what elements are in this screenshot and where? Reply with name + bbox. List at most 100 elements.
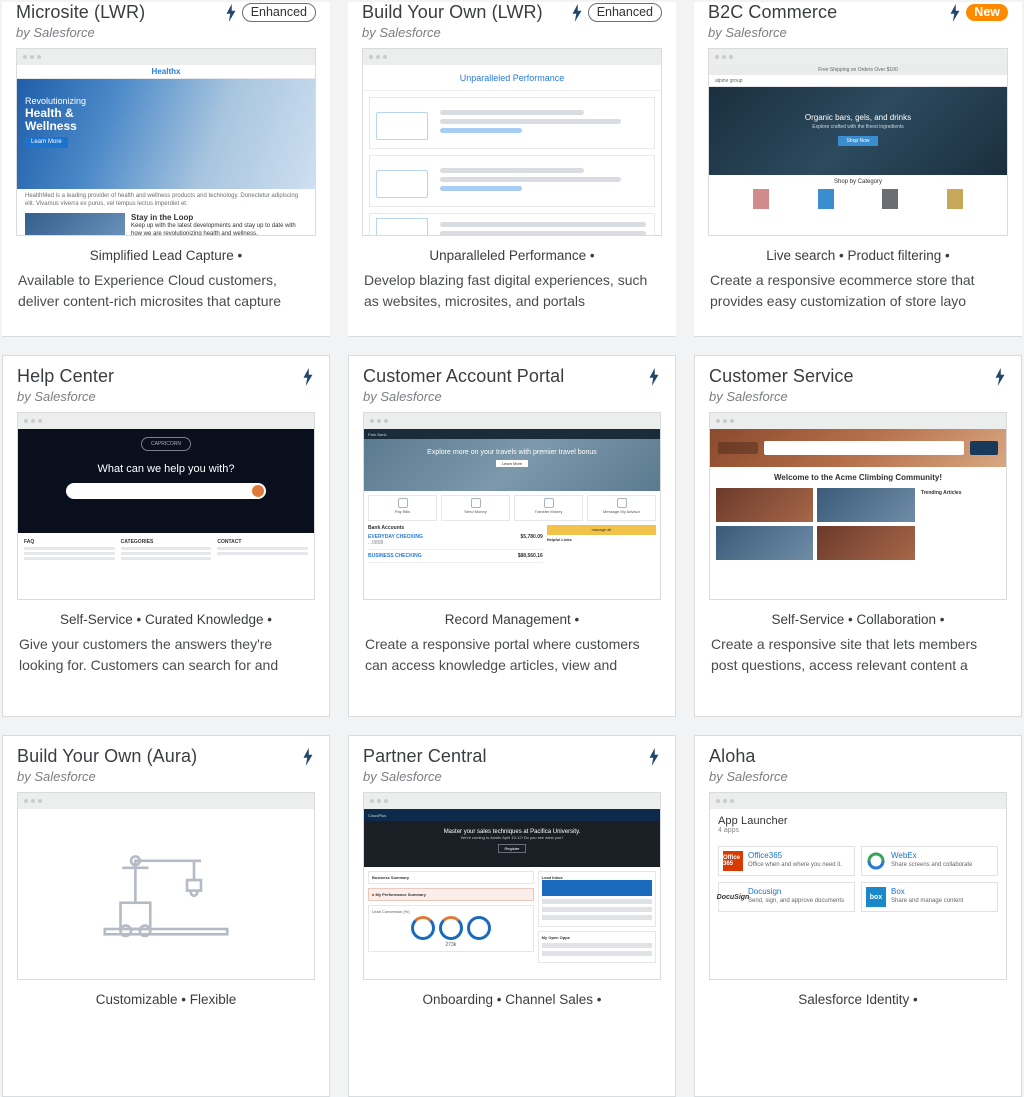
thumb-tile-2: Send Money (464, 509, 486, 514)
card-header: Customer Service (709, 366, 1007, 387)
template-card-customer-account-portal[interactable]: Customer Account Portal by Salesforce Pa… (348, 355, 676, 717)
card-header: Build Your Own (Aura) (17, 746, 315, 767)
thumb-brand (718, 442, 758, 454)
thumb-launcher-sub: 4 apps (718, 827, 998, 834)
card-thumbnail: CAPRICORN What can we help you with? FAQ… (17, 412, 315, 600)
thumb-headline: Organic bars, gels, and drinks (709, 113, 1007, 122)
card-features: Salesforce Identity • (709, 990, 1007, 1010)
card-author: by Salesforce (708, 25, 1008, 40)
thumb-sub: Explore crafted with the finest ingredie… (709, 124, 1007, 130)
thumb-tile-4: Message My Advisor (603, 509, 640, 514)
card-description: Create a responsive portal where custome… (363, 634, 661, 675)
card-header: Partner Central (363, 746, 661, 767)
lightning-icon (647, 748, 661, 766)
lightning-icon (301, 368, 315, 386)
card-title: Aloha (709, 746, 756, 767)
card-description: Develop blazing fast digital experiences… (362, 270, 662, 311)
thumb-app-office365: Office 365Office365Office when and where… (718, 846, 855, 876)
new-badge: New (966, 4, 1008, 21)
thumb-cta: Register (498, 844, 527, 853)
card-thumbnail: Free Shipping on Orders Over $100 alpine… (708, 48, 1008, 236)
lightning-icon (948, 4, 962, 22)
thumb-topbar: Free Shipping on Orders Over $100 (709, 65, 1007, 75)
thumb-row2-lab: BUSINESS CHECKING (368, 553, 422, 559)
card-features: Self-Service • Collaboration • (709, 610, 1007, 630)
card-author: by Salesforce (709, 389, 1007, 404)
template-card-help-center[interactable]: Help Center by Salesforce CAPRICORN What… (2, 355, 330, 717)
thumb-section: Shop by Category (709, 179, 1007, 185)
thumb-side-head: Trending Articles (921, 490, 962, 496)
template-card-microsite-lwr[interactable]: Microsite (LWR) Enhanced by Salesforce H… (2, 2, 330, 337)
thumb-right-head: Helpful Links (547, 537, 656, 542)
template-grid: Microsite (LWR) Enhanced by Salesforce H… (2, 2, 1022, 1097)
enhanced-badge: Enhanced (588, 3, 662, 22)
card-author: by Salesforce (16, 25, 316, 40)
card-thumbnail: CloudPlus Master your sales techniques a… (363, 792, 661, 980)
thumb-perf-head: My Performance Summary (376, 892, 426, 897)
card-header: Help Center (17, 366, 315, 387)
card-badges: New (948, 4, 1008, 22)
card-features: Self-Service • Curated Knowledge • (17, 610, 315, 630)
thumb-loop-title: Stay in the Loop (131, 213, 193, 222)
card-description: Create a responsive site that lets membe… (709, 634, 1007, 675)
card-thumbnail: Park Bank Explore more on your travels w… (363, 412, 661, 600)
template-card-aloha[interactable]: Aloha by Salesforce App Launcher 4 apps … (694, 735, 1022, 1097)
card-features: Simplified Lead Capture • (16, 246, 316, 266)
thumb-headline-2: Wellness (25, 119, 77, 133)
lightning-icon (570, 4, 584, 22)
template-card-customer-service[interactable]: Customer Service by Salesforce Welcome t… (694, 355, 1022, 717)
lightning-icon (301, 748, 315, 766)
lightning-icon (993, 368, 1007, 386)
template-card-build-your-own-lwr[interactable]: Build Your Own (LWR) Enhanced by Salesfo… (348, 2, 676, 337)
card-description: Create a responsive ecommerce store that… (708, 270, 1008, 311)
thumb-left-head: Business Summary (372, 875, 409, 880)
thumb-gauge-val: 273k (372, 942, 530, 948)
card-title: Microsite (LWR) (16, 2, 145, 23)
crane-icon (18, 809, 314, 979)
thumb-search (66, 483, 266, 499)
thumb-brand: Healthx (17, 65, 315, 79)
thumb-loop-sub: Keep up with the latest developments and… (131, 223, 296, 235)
card-title: Customer Account Portal (363, 366, 564, 387)
thumb-question: What can we help you with? (18, 463, 314, 475)
card-title: B2C Commerce (708, 2, 837, 23)
thumb-col3: CONTACT (217, 539, 241, 545)
thumb-logo: CAPRICORN (141, 437, 191, 451)
card-title: Partner Central (363, 746, 487, 767)
browser-chrome (17, 49, 315, 65)
card-author: by Salesforce (17, 389, 315, 404)
thumb-manage-btn: manage all (547, 525, 656, 535)
thumb-hero: Explore more on your travels with premie… (364, 449, 660, 456)
thumb-launcher-title: App Launcher (718, 815, 998, 827)
card-title: Build Your Own (Aura) (17, 746, 197, 767)
thumb-brand: alpine group (715, 78, 743, 84)
card-features: Live search • Product filtering • (708, 246, 1008, 266)
thumb-right-head: Lead Inbox (542, 875, 563, 880)
thumb-hero-2: We're coming to Austin April 10-12! Do y… (364, 835, 660, 840)
card-thumbnail: App Launcher 4 apps Office 365Office365O… (709, 792, 1007, 980)
card-features: Record Management • (363, 610, 661, 630)
card-title: Build Your Own (LWR) (362, 2, 543, 23)
card-header: B2C Commerce New (708, 2, 1008, 23)
thumb-brand: Park Bank (368, 432, 386, 437)
card-features: Onboarding • Channel Sales • (363, 990, 661, 1010)
thumb-col2: CATEGORIES (121, 539, 154, 545)
thumb-cta: Shop Now (838, 136, 877, 146)
card-thumbnail: Unparalleled Performance (362, 48, 662, 236)
card-author: by Salesforce (709, 769, 1007, 784)
template-card-build-your-own-aura[interactable]: Build Your Own (Aura) by Salesforce (2, 735, 330, 1097)
card-author: by Salesforce (363, 769, 661, 784)
thumb-gauge-label: Lead Conversion (%) (372, 909, 410, 914)
template-card-b2c-commerce[interactable]: B2C Commerce New by Salesforce Free Ship… (694, 2, 1022, 337)
card-header: Aloha (709, 746, 1007, 767)
card-badges: Enhanced (570, 3, 662, 22)
thumb-blurb: HealthMed is a leading provider of healt… (25, 193, 307, 209)
card-description: Give your customers the answers they're … (17, 634, 315, 675)
card-author: by Salesforce (362, 25, 662, 40)
thumb-col1: FAQ (24, 539, 34, 545)
template-card-partner-central[interactable]: Partner Central by Salesforce CloudPlus … (348, 735, 676, 1097)
thumb-headline: Unparalleled Performance (363, 65, 661, 91)
card-header: Microsite (LWR) Enhanced (16, 2, 316, 23)
enhanced-badge: Enhanced (242, 3, 316, 22)
thumb-cta: Learn More (496, 460, 528, 467)
